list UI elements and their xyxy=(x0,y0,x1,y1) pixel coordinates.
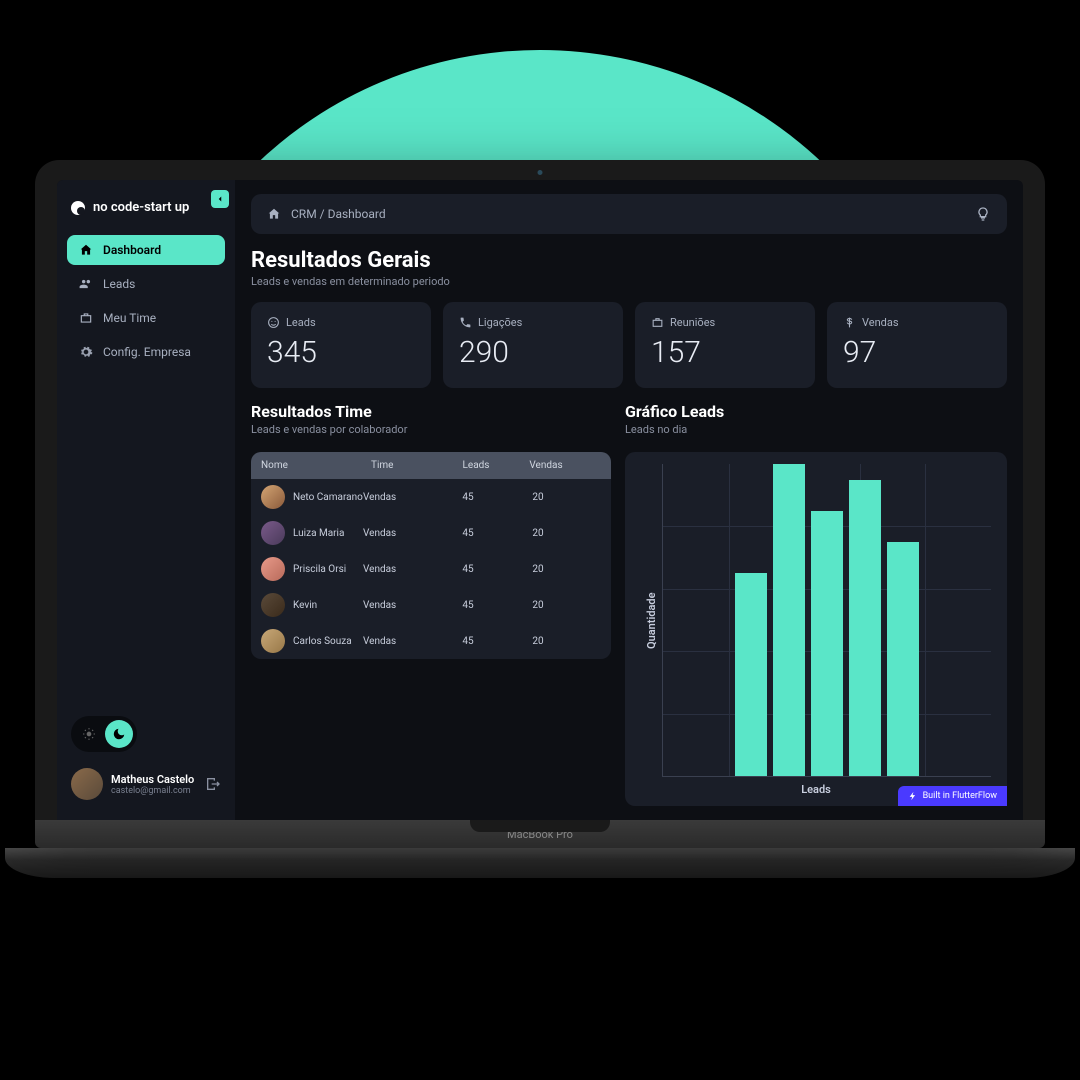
table-row[interactable]: Carlos SouzaVendas4520 xyxy=(251,623,611,659)
table-row[interactable]: Neto CamaranoVendas4520 xyxy=(251,479,611,515)
flutterflow-badge[interactable]: Built in FlutterFlow xyxy=(898,786,1007,806)
stat-card-leads: Leads 345 xyxy=(251,302,431,388)
stat-card-ligacoes: Ligações 290 xyxy=(443,302,623,388)
chart-bar xyxy=(887,542,919,776)
user-avatar xyxy=(71,768,103,800)
table-row[interactable]: KevinVendas4520 xyxy=(251,587,611,623)
sidebar: no code-start up Dashboard Leads Meu Tim… xyxy=(57,180,235,820)
sidebar-item-label: Dashboard xyxy=(103,243,161,257)
team-results-column: Resultados Time Leads e vendas por colab… xyxy=(251,402,611,806)
stat-card-vendas: Vendas 97 xyxy=(827,302,1007,388)
sidebar-item-label: Leads xyxy=(103,277,135,291)
laptop-camera xyxy=(538,170,543,175)
laptop-base xyxy=(5,848,1075,878)
stats-row: Leads 345 Ligações 290 Reuniões 157 Vend… xyxy=(251,302,1007,388)
avatar xyxy=(261,557,285,581)
user-profile[interactable]: Matheus Castelo castelo@gmail.com xyxy=(67,762,225,806)
flutterflow-icon xyxy=(908,791,918,801)
laptop-frame: no code-start up Dashboard Leads Meu Tim… xyxy=(35,160,1045,878)
chart-column: Gráfico Leads Leads no dia Quantidade xyxy=(625,402,1007,806)
briefcase-icon xyxy=(651,316,664,329)
page-subtitle: Leads e vendas em determinado periodo xyxy=(251,275,1007,288)
avatar xyxy=(261,593,285,617)
page-title: Resultados Gerais xyxy=(251,248,1007,273)
chart-plot xyxy=(662,464,991,777)
avatar xyxy=(261,485,285,509)
chart-bar xyxy=(735,573,767,776)
user-name: Matheus Castelo xyxy=(111,773,197,786)
chart-bar xyxy=(849,480,881,776)
chart-bar xyxy=(773,464,805,776)
stat-value: 97 xyxy=(843,335,991,370)
avatar xyxy=(261,629,285,653)
chart-box: Quantidade Leads Built in Flutte xyxy=(625,452,1007,806)
chart-title: Gráfico Leads xyxy=(625,402,1007,421)
home-icon xyxy=(267,207,281,221)
smile-icon xyxy=(267,316,280,329)
theme-toggle[interactable] xyxy=(71,716,137,752)
chart-ylabel: Quantidade xyxy=(641,464,662,777)
team-table: Nome Time Leads Vendas Neto CamaranoVend… xyxy=(251,452,611,659)
chart-bar xyxy=(811,511,843,776)
sidebar-item-dashboard[interactable]: Dashboard xyxy=(67,235,225,265)
team-subtitle: Leads e vendas por colaborador xyxy=(251,423,611,436)
sidebar-item-leads[interactable]: Leads xyxy=(67,269,225,299)
stat-value: 290 xyxy=(459,335,607,370)
stat-value: 157 xyxy=(651,335,799,370)
brand-name: no code-start up xyxy=(93,200,189,215)
gear-icon xyxy=(79,345,93,359)
home-icon xyxy=(79,243,93,257)
app-screen: no code-start up Dashboard Leads Meu Tim… xyxy=(57,180,1023,820)
logo-icon xyxy=(71,201,85,215)
sidebar-item-config[interactable]: Config. Empresa xyxy=(67,337,225,367)
laptop-hinge: MacBook Pro xyxy=(35,820,1045,848)
team-title: Resultados Time xyxy=(251,402,611,421)
breadcrumb: CRM / Dashboard xyxy=(291,207,386,221)
topbar: CRM / Dashboard xyxy=(251,194,1007,234)
moon-icon xyxy=(112,727,126,741)
sidebar-item-meu-time[interactable]: Meu Time xyxy=(67,303,225,333)
section-header: Resultados Gerais Leads e vendas em dete… xyxy=(251,248,1007,288)
lightbulb-icon[interactable] xyxy=(975,206,991,222)
phone-icon xyxy=(459,316,472,329)
sidebar-item-label: Config. Empresa xyxy=(103,345,191,359)
avatar xyxy=(261,521,285,545)
chart-subtitle: Leads no dia xyxy=(625,423,1007,436)
stat-value: 345 xyxy=(267,335,415,370)
sidebar-collapse-button[interactable] xyxy=(211,190,229,208)
dollar-icon xyxy=(843,316,856,329)
table-row[interactable]: Luiza MariaVendas4520 xyxy=(251,515,611,551)
lower-row: Resultados Time Leads e vendas por colab… xyxy=(251,402,1007,806)
briefcase-icon xyxy=(79,311,93,325)
stat-card-reunioes: Reuniões 157 xyxy=(635,302,815,388)
theme-dark-button[interactable] xyxy=(105,720,133,748)
theme-light-button[interactable] xyxy=(75,720,103,748)
table-header: Nome Time Leads Vendas xyxy=(251,452,611,479)
user-email: castelo@gmail.com xyxy=(111,786,197,796)
brand-logo: no code-start up xyxy=(71,200,221,215)
main-content: CRM / Dashboard Resultados Gerais Leads … xyxy=(235,180,1023,820)
sun-icon xyxy=(82,727,96,741)
sidebar-item-label: Meu Time xyxy=(103,311,156,325)
table-row[interactable]: Priscila OrsiVendas4520 xyxy=(251,551,611,587)
logout-icon[interactable] xyxy=(205,776,221,792)
users-icon xyxy=(79,277,93,291)
chevron-left-icon xyxy=(215,194,225,204)
